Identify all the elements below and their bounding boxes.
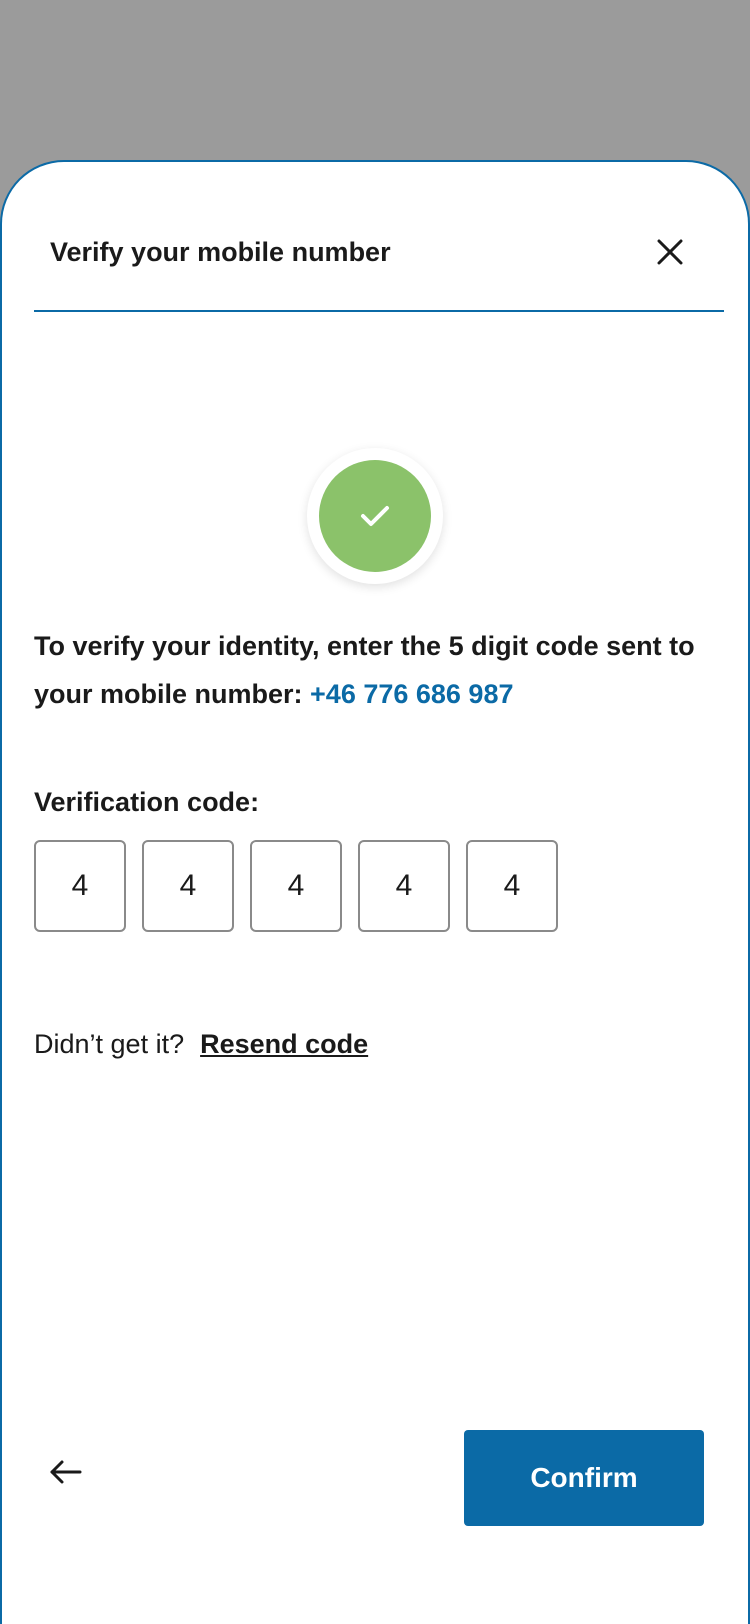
sheet-header: Verify your mobile number [34, 232, 724, 312]
checkmark-icon [361, 506, 389, 526]
code-digit-5[interactable]: 4 [466, 840, 558, 932]
instructions-text: To verify your identity, enter the 5 dig… [34, 622, 724, 718]
verification-code-label: Verification code: [34, 787, 260, 817]
verification-code-inputs: 4 4 4 4 4 [34, 840, 558, 932]
resend-prompt: Didn’t get it? [34, 1029, 185, 1059]
resend-row: Didn’t get it? Resend code [34, 1026, 368, 1062]
phone-number: +46 776 686 987 [310, 679, 514, 709]
arrow-left-icon [50, 1460, 82, 1484]
success-badge [307, 448, 443, 584]
success-circle [319, 460, 431, 572]
resend-code-link[interactable]: Resend code [200, 1026, 368, 1062]
back-button[interactable] [46, 1452, 86, 1492]
code-digit-3[interactable]: 4 [250, 840, 342, 932]
code-digit-4[interactable]: 4 [358, 840, 450, 932]
verification-sheet: Verify your mobile number To verify your… [0, 160, 750, 1624]
page-title: Verify your mobile number [50, 237, 391, 267]
code-digit-2[interactable]: 4 [142, 840, 234, 932]
close-button[interactable] [652, 234, 688, 270]
confirm-button[interactable]: Confirm [464, 1430, 704, 1526]
code-digit-1[interactable]: 4 [34, 840, 126, 932]
close-icon [657, 239, 683, 265]
